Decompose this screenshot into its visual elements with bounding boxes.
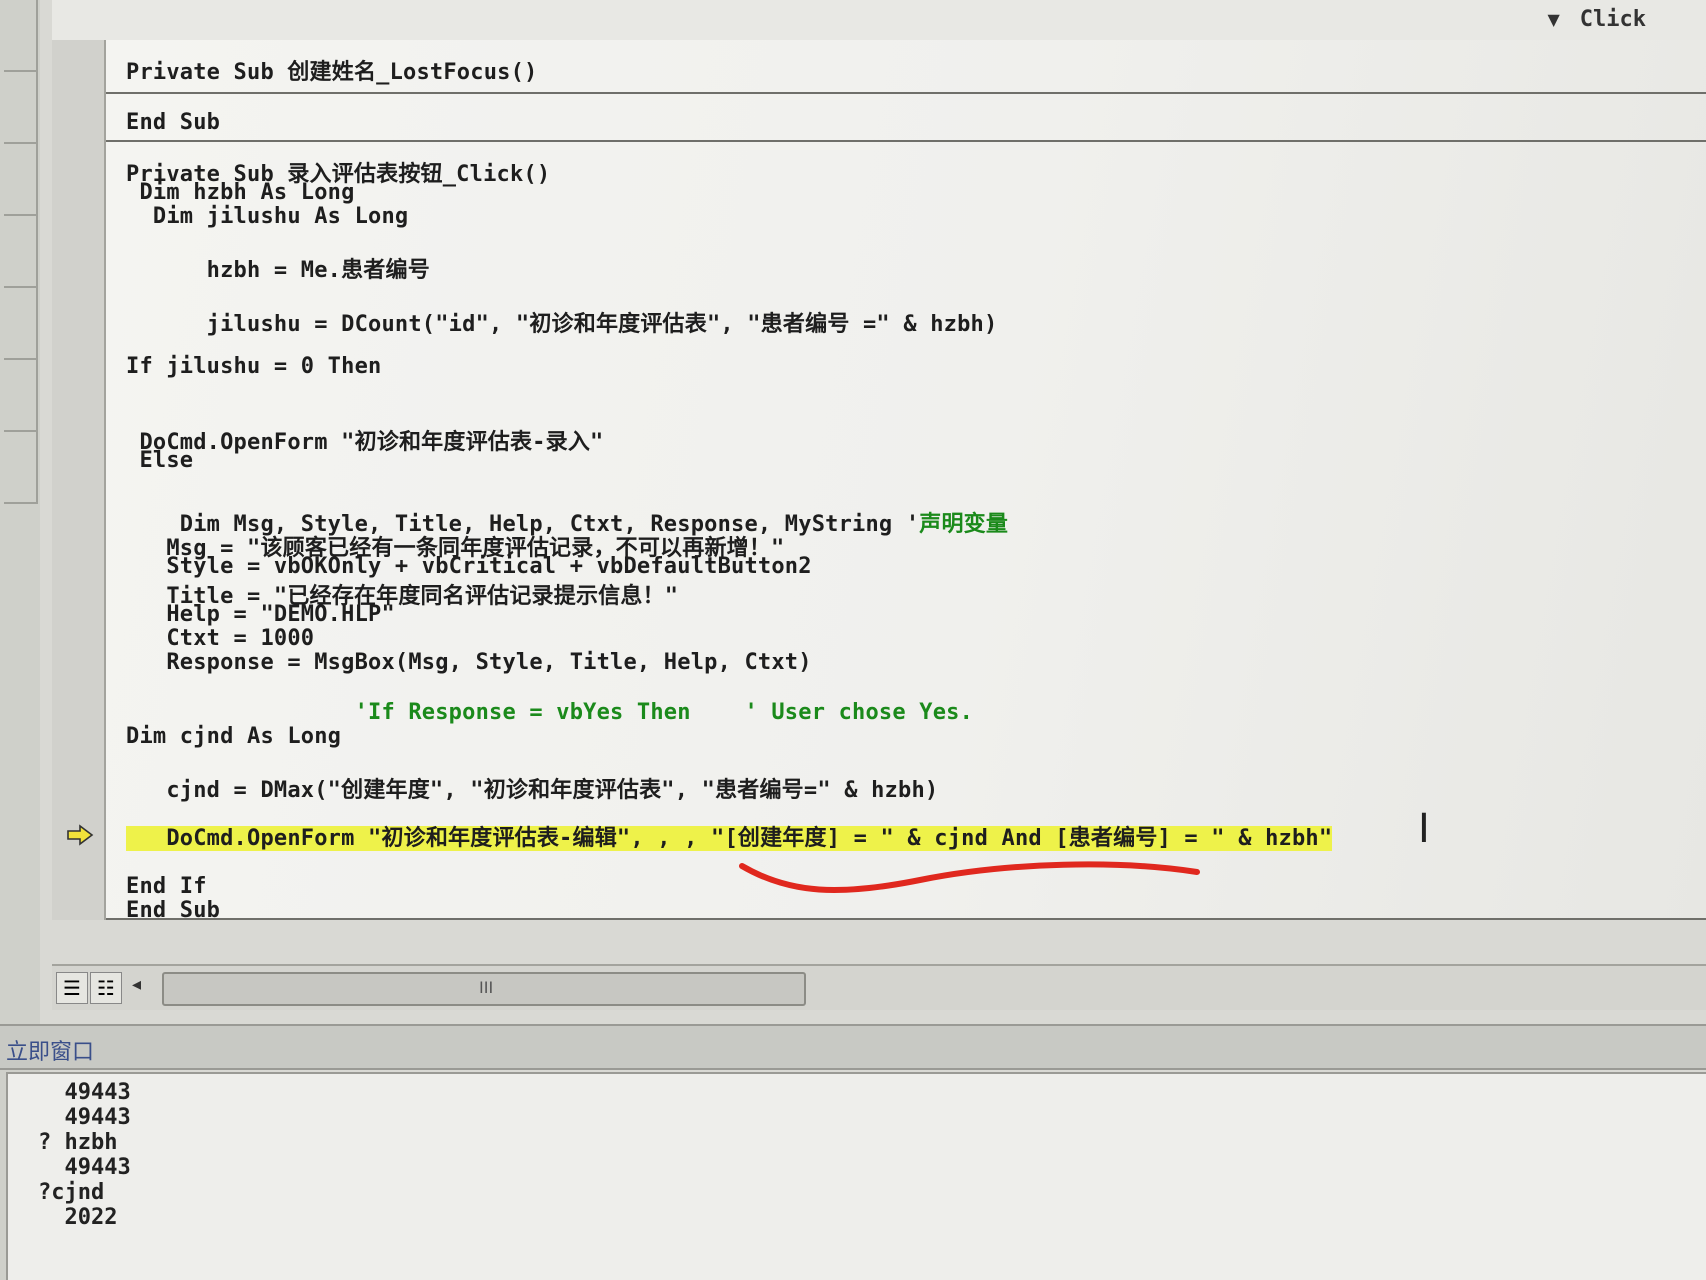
code-text: Ctxt = 1000 [126,626,315,651]
code-text: End Sub [126,898,221,920]
code-line: End Sub [126,110,220,135]
code-line: Style = vbOKOnly + vbCritical + vbDefaul… [126,554,812,579]
code-text: Private Sub 创建姓名_LostFocus() [126,60,538,85]
immediate-output-line: ?cjnd [38,1180,105,1205]
immediate-output-line: 49443 [38,1155,131,1180]
code-window-header: ▼ Click [52,0,1706,42]
procedure-view-button[interactable]: ☰ [56,972,88,1004]
immediate-output-line: 2022 [38,1205,118,1230]
code-line: End If [126,874,207,899]
code-line: jilushu = DCount("id", "初诊和年度评估表", "患者编号… [126,306,998,338]
code-line: hzbh = Me.患者编号 [126,252,430,284]
code-line: End Sub [126,898,220,920]
code-text: End Sub [126,110,221,135]
procedure-dropdown-value: Click [1579,6,1646,32]
code-margin[interactable] [52,40,106,920]
code-text: Dim hzbh As Long [126,180,355,205]
code-line: Help = "DEMO.HLP" [126,602,395,627]
strip-cell [4,360,38,432]
immediate-window-titlebar[interactable]: 立即窗口 [0,1024,1706,1070]
immediate-output-line: 49443 [38,1105,131,1130]
code-comment: 声明变量 [919,512,1009,537]
code-text: Dim cjnd As Long [126,724,342,749]
code-text: Dim jilushu As Long [126,204,409,229]
code-text: If jilushu = 0 Then [126,354,382,379]
strip-cell [4,144,38,216]
code-line: Else [126,448,193,473]
code-text: DoCmd.OpenForm "初诊和年度评估表-录入" [126,430,604,455]
code-text: jilushu = DCount("id", "初诊和年度评估表", "患者编号… [126,312,998,337]
highlighted-statement: DoCmd.OpenForm "初诊和年度评估表-编辑", , , "[创建年度… [126,826,1333,851]
code-line: Private Sub 创建姓名_LostFocus() [126,54,537,86]
chevron-down-icon: ▼ [1547,9,1560,29]
code-line: DoCmd.OpenForm "初诊和年度评估表-录入" [126,424,603,456]
strip-cell [4,432,38,504]
horizontal-scroll-row: ☰ ☷ ◂ III [52,964,1706,1010]
code-line: Dim hzbh As Long [126,180,355,205]
code-text: Style = vbOKOnly + vbCritical + vbDefaul… [126,554,812,579]
scrollbar-grip: III [479,978,494,997]
code-text: Help = "DEMO.HLP" [126,602,395,627]
code-text: hzbh = Me.患者编号 [126,258,430,283]
procedure-separator [106,918,1706,920]
code-line: Dim jilushu As Long [126,204,408,229]
immediate-output-line: ? hzbh [38,1130,118,1155]
code-line: 'If Response = vbYes Then ' User chose Y… [126,700,973,725]
code-editor[interactable]: Private Sub 创建姓名_LostFocus() End Sub Priva… [106,40,1706,920]
horizontal-scrollbar[interactable]: III [162,972,806,1006]
immediate-window[interactable]: 49443 49443? hzbh 49443 ?cjnd 2022 [6,1072,1706,1280]
code-text: cjnd = DMax("创建年度", "初诊和年度评估表", "患者编号=" … [126,778,939,803]
code-line: Response = MsgBox(Msg, Style, Title, Hel… [126,650,812,675]
strip-cell [4,288,38,360]
code-text: End If [126,874,207,899]
procedure-separator [106,140,1706,142]
immediate-output-line: 49443 [38,1080,131,1105]
ibeam-icon: I [1418,806,1430,852]
triangle-left-icon[interactable]: ◂ [132,974,141,995]
code-line: cjnd = DMax("创建年度", "初诊和年度评估表", "患者编号=" … [126,772,938,804]
code-text: Response = MsgBox(Msg, Style, Title, Hel… [126,650,812,675]
strip-cell [4,0,38,72]
code-comment: 'If Response = vbYes Then ' User chose Y… [126,700,974,725]
immediate-window-title: 立即窗口 [6,1040,95,1065]
code-line: Dim cjnd As Long [126,724,341,749]
code-line: Ctxt = 1000 [126,626,314,651]
strip-cell [4,72,38,144]
code-text: Else [126,448,194,473]
procedure-separator [106,92,1706,94]
procedure-dropdown[interactable]: ▼ Click [1547,4,1646,34]
code-line: If jilushu = 0 Then [126,354,381,379]
code-line: DoCmd.OpenForm "初诊和年度评估表-编辑", , , "[创建年度… [126,820,1333,852]
strip-cell [4,216,38,288]
exec-arrow-icon [67,824,94,846]
full-module-view-button[interactable]: ☷ [90,972,122,1004]
